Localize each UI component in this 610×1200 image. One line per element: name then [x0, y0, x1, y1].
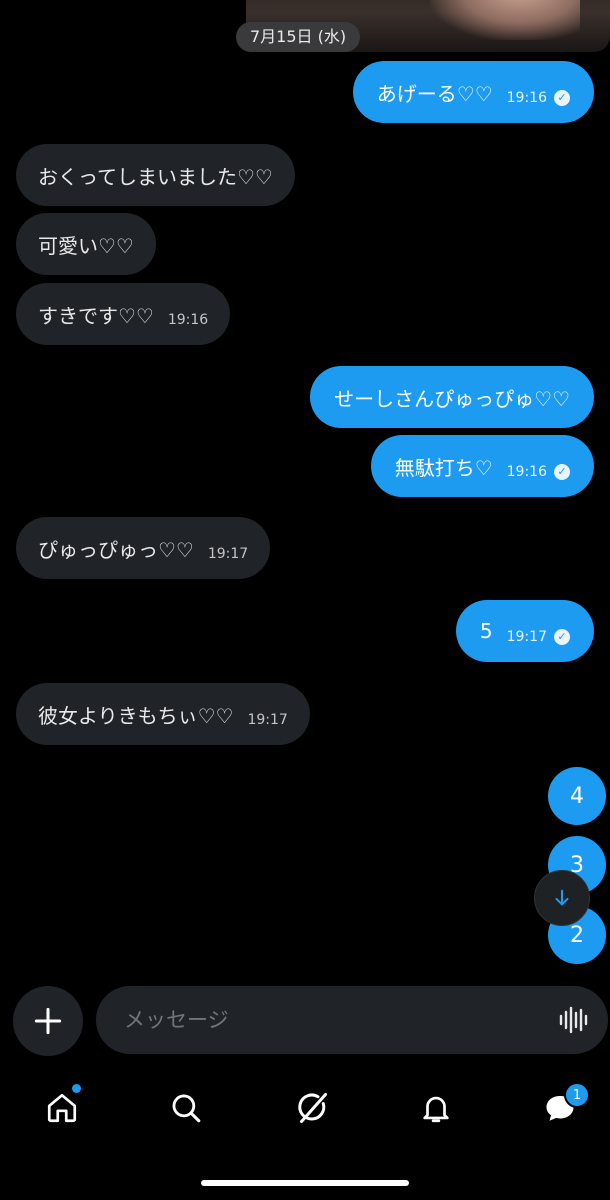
arrow-down-icon — [555, 889, 569, 906]
home-notification-dot — [72, 1084, 81, 1093]
message-outgoing[interactable]: 5 19:17 ✓ — [455, 600, 594, 662]
messages-badge: 1 — [564, 1082, 590, 1108]
message-text: おくってしまいました♡♡ — [38, 164, 273, 189]
message-outgoing[interactable]: あげーる♡♡ 19:16 ✓ — [352, 61, 594, 123]
bell-icon — [423, 1096, 449, 1123]
message-time: 19:16 — [506, 464, 547, 480]
message-text: 彼女よりきもちぃ♡♡ — [38, 703, 234, 728]
message-incoming[interactable]: おくってしまいました♡♡ — [16, 144, 295, 206]
message-text: 無駄打ち♡ — [394, 455, 493, 480]
home-indicator — [201, 1180, 409, 1186]
grok-icon — [298, 1093, 327, 1123]
plus-icon — [34, 1007, 62, 1035]
message-outgoing[interactable]: せーしさんぴゅっぴゅ♡♡ — [310, 366, 594, 428]
check-icon: ✓ — [554, 629, 570, 645]
message-input[interactable] — [122, 1007, 558, 1033]
message-time: 19:17 — [506, 629, 547, 645]
bottom-nav — [0, 1070, 610, 1146]
tab-notifications[interactable] — [416, 1088, 456, 1128]
date-separator: 7月15日 (水) — [236, 22, 361, 52]
message-incoming[interactable]: 彼女よりきもちぃ♡♡ 19:17 — [16, 683, 310, 745]
message-text: 2 — [570, 922, 584, 948]
message-outgoing[interactable]: 無駄打ち♡ 19:16 ✓ — [370, 435, 594, 497]
waveform-icon[interactable] — [558, 1005, 588, 1035]
message-time: 19:16 — [506, 90, 547, 106]
check-icon: ✓ — [554, 464, 570, 480]
scroll-to-bottom-button[interactable] — [534, 870, 590, 926]
tab-home[interactable] — [42, 1088, 82, 1128]
message-outgoing-count[interactable]: 4 — [548, 767, 606, 825]
tab-search[interactable] — [166, 1088, 206, 1128]
message-incoming[interactable]: すきです♡♡ 19:16 — [16, 283, 231, 345]
message-text: あげーる♡♡ — [376, 81, 493, 106]
home-icon — [47, 1093, 77, 1123]
tab-grok[interactable] — [292, 1088, 332, 1128]
message-text: せーしさんぴゅっぴゅ♡♡ — [334, 386, 570, 411]
message-time: 19:17 — [207, 546, 249, 562]
check-icon: ✓ — [554, 90, 570, 106]
message-incoming[interactable]: 可愛い♡♡ — [16, 213, 156, 275]
message-text: ぴゅっぴゅっ♡♡ — [38, 537, 194, 562]
search-icon — [172, 1094, 201, 1123]
message-incoming[interactable]: ぴゅっぴゅっ♡♡ 19:17 — [16, 517, 271, 579]
message-time: 19:16 — [167, 312, 209, 328]
message-time: 19:17 — [247, 712, 288, 728]
message-text: すきです♡♡ — [38, 303, 154, 328]
photo-content — [430, 0, 580, 40]
message-composer — [96, 986, 608, 1054]
add-media-button[interactable] — [13, 986, 83, 1056]
message-text: 5 — [479, 619, 493, 643]
message-text: 4 — [570, 783, 584, 809]
message-text: 可愛い♡♡ — [38, 233, 134, 258]
